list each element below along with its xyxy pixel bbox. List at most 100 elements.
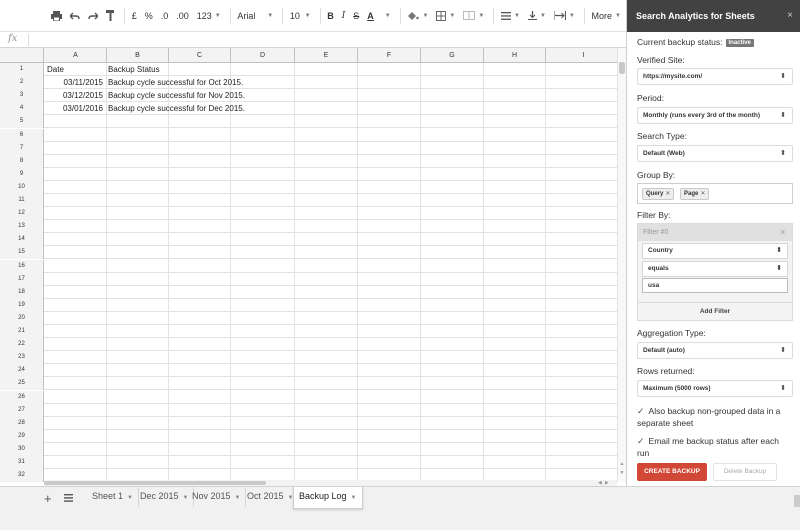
row-number[interactable]: 26	[0, 390, 44, 404]
table-row[interactable]: 3 03/12/2015 Backup cycle successful for N…	[0, 89, 617, 103]
table-row[interactable]: 18	[0, 285, 617, 299]
email-status-checkbox[interactable]: ✓ Email me backup status after each run	[637, 435, 793, 459]
table-row[interactable]: 19	[0, 298, 617, 312]
row-number[interactable]: 7	[0, 141, 44, 155]
row-number[interactable]: 6	[0, 128, 44, 142]
table-row[interactable]: 15	[0, 246, 617, 260]
paint-format-icon[interactable]	[103, 6, 118, 26]
row-number[interactable]: 20	[0, 311, 44, 325]
row-number[interactable]: 13	[0, 220, 44, 234]
group-by-input[interactable]: Query ✕ Page ✕	[637, 183, 793, 204]
table-row[interactable]: 29	[0, 429, 617, 443]
percent-format-button[interactable]: %	[142, 6, 156, 26]
aggregation-type-select[interactable]: Default (auto) ⬍	[637, 342, 793, 359]
table-row[interactable]: 14	[0, 233, 617, 247]
table-row[interactable]: 6	[0, 128, 617, 142]
row-number[interactable]: 4	[0, 102, 44, 116]
table-row[interactable]: 27	[0, 403, 617, 417]
row-number[interactable]: 5	[0, 115, 44, 129]
chevron-down-icon[interactable]: ▼	[127, 495, 133, 501]
chip-remove-icon[interactable]: ✕	[665, 191, 670, 197]
remove-filter-icon[interactable]: ✕	[779, 224, 786, 241]
table-row[interactable]: 30	[0, 442, 617, 456]
column-header-h[interactable]: H	[484, 48, 546, 63]
vertical-align-icon[interactable]: ▼	[525, 6, 549, 26]
row-number[interactable]: 12	[0, 207, 44, 221]
text-color-button[interactable]: A	[364, 6, 377, 26]
spreadsheet-grid[interactable]: ABCDEFGHI 1 Date Backup Status 2 03/11/2015 B…	[0, 48, 617, 482]
vertical-scroll-thumb[interactable]	[619, 62, 625, 74]
row-number[interactable]: 29	[0, 429, 44, 443]
row-number[interactable]: 19	[0, 298, 44, 312]
currency-format-button[interactable]: £	[129, 6, 140, 26]
row-number[interactable]: 11	[0, 194, 44, 207]
table-row[interactable]: 22	[0, 338, 617, 352]
row-number[interactable]: 24	[0, 364, 44, 378]
row-number[interactable]: 23	[0, 351, 44, 365]
horizontal-scroll-thumb[interactable]	[44, 481, 266, 485]
column-header-f[interactable]: F	[358, 48, 421, 63]
font-family-dropdown[interactable]: Arial ▼	[234, 6, 276, 26]
row-number[interactable]: 32	[0, 469, 44, 482]
redo-icon[interactable]	[85, 6, 101, 26]
select-all-corner[interactable]	[0, 48, 44, 63]
bold-button[interactable]: B	[324, 6, 337, 26]
sheet-tab-nov-2015[interactable]: Nov 2015 ▼	[187, 487, 247, 507]
non-grouped-checkbox[interactable]: ✓ Also backup non-grouped data in a separ…	[637, 405, 793, 429]
column-header-c[interactable]: C	[169, 48, 231, 63]
row-number[interactable]: 3	[0, 89, 44, 103]
text-color-chevron-icon[interactable]: ▼	[379, 6, 394, 26]
table-row[interactable]: 23	[0, 351, 617, 365]
table-row[interactable]: 16	[0, 259, 617, 273]
undo-icon[interactable]	[67, 6, 83, 26]
column-header-d[interactable]: D	[231, 48, 295, 63]
row-number[interactable]: 2	[0, 76, 44, 90]
row-number[interactable]: 10	[0, 180, 44, 194]
column-header-a[interactable]: A	[45, 48, 107, 63]
cell-b[interactable]: Backup cycle successful for Oct 2015.	[107, 76, 243, 89]
cell-b[interactable]: Backup cycle successful for Nov 2015.	[107, 89, 245, 102]
table-row[interactable]: 13	[0, 220, 617, 234]
row-number[interactable]: 16	[0, 259, 44, 273]
column-header-i[interactable]: I	[546, 48, 617, 63]
number-format-dropdown[interactable]: 123 ▼	[194, 6, 224, 26]
row-number[interactable]: 14	[0, 233, 44, 247]
row-number[interactable]: 28	[0, 416, 44, 430]
cell-a[interactable]: 03/01/2016	[45, 102, 105, 115]
table-row[interactable]: 20	[0, 311, 617, 325]
verified-site-select[interactable]: https://mysite.com/ ⬍	[637, 68, 793, 85]
table-row[interactable]: 31	[0, 456, 617, 469]
group-chip-query[interactable]: Query ✕	[642, 188, 675, 200]
italic-button[interactable]: I	[339, 6, 349, 26]
filter-operator-select[interactable]: equals ⬍	[642, 261, 788, 277]
row-number[interactable]: 18	[0, 285, 44, 299]
close-icon[interactable]: ×	[787, 0, 793, 32]
table-row[interactable]: 8	[0, 154, 617, 168]
scroll-up-arrow-icon[interactable]: ▲	[619, 460, 625, 468]
row-number[interactable]: 8	[0, 154, 44, 168]
cell-a[interactable]: Date	[45, 63, 105, 76]
sheet-tab-sheet-1[interactable]: Sheet 1 ▼	[87, 487, 139, 507]
rows-returned-select[interactable]: Maximum (5000 rows) ⬍	[637, 380, 793, 397]
sheet-tab-dec-2015[interactable]: Dec 2015 ▼	[135, 487, 195, 507]
table-row[interactable]: 25	[0, 377, 617, 391]
row-number[interactable]: 1	[0, 63, 44, 76]
fill-color-icon[interactable]: ▼	[404, 6, 431, 26]
filter-dimension-select[interactable]: Country ⬍	[642, 243, 788, 259]
filter-value-input[interactable]: usa	[642, 278, 788, 293]
row-number[interactable]: 30	[0, 442, 44, 456]
add-filter-button[interactable]: Add Filter	[638, 302, 792, 320]
table-row[interactable]: 1 Date Backup Status	[0, 63, 617, 76]
table-row[interactable]: 5	[0, 115, 617, 129]
decrease-decimal-button[interactable]: .0	[158, 6, 172, 26]
all-sheets-list-icon[interactable]	[64, 493, 73, 505]
table-row[interactable]: 4 03/01/2016 Backup cycle successful for D…	[0, 102, 617, 116]
scroll-down-arrow-icon[interactable]: ▼	[619, 469, 625, 477]
add-sheet-icon[interactable]: +	[44, 491, 52, 506]
cell-a[interactable]: 03/11/2015	[45, 76, 105, 89]
column-header-b[interactable]: B	[107, 48, 169, 63]
row-number[interactable]: 22	[0, 338, 44, 352]
row-number[interactable]: 9	[0, 167, 44, 181]
table-row[interactable]: 11	[0, 194, 617, 207]
group-chip-page[interactable]: Page ✕	[680, 188, 710, 200]
